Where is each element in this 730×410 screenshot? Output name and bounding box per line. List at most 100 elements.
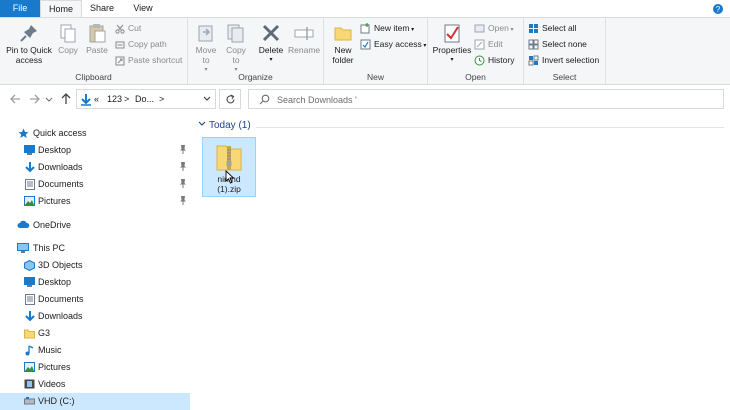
star-icon [18,128,29,138]
nav-pc-documents[interactable]: Documents [0,291,190,308]
tab-view[interactable]: View [124,0,162,17]
tab-share[interactable]: Share [83,0,121,17]
new-item-label: New item [374,23,410,33]
pin-icon [20,25,37,42]
organize-group: Move to ▾ Copy to ▾ Delete ▾ Rename Orga… [188,18,324,84]
pin-icon[interactable] [179,179,187,188]
clipboard-group: Pin to Quick access Copy Paste Cut Copy … [0,18,188,84]
forward-arrow-icon[interactable] [28,92,42,106]
delete-x-icon [262,24,280,42]
breadcrumb-separator-icon[interactable]: > [124,94,129,104]
downloads-arrow-icon [25,311,35,322]
breadcrumb-123[interactable]: 123 [107,94,122,104]
back-arrow-icon[interactable] [8,92,22,106]
nav-pc-desktop[interactable]: Desktop [0,274,190,291]
pin-icon[interactable] [179,196,187,205]
move-to-button[interactable]: Move to ▾ [192,22,220,75]
nav-music-label: Music [38,345,62,355]
pin-to-quick-access-button[interactable]: Pin to Quick access [3,22,55,65]
breadcrumb-separator-icon[interactable]: > [159,94,164,104]
delete-chevron-icon: ▾ [269,57,273,63]
nav-quick-downloads[interactable]: Downloads [0,159,190,176]
search-input[interactable] [277,93,577,106]
address-dropdown-chevron-icon[interactable] [203,96,211,102]
nav-onedrive[interactable]: OneDrive [0,217,190,234]
scissors-icon [115,24,125,34]
open-chevron-icon: ▾ [508,27,514,33]
delete-button[interactable]: Delete ▾ [256,22,286,65]
mouse-cursor-icon [225,170,235,184]
paste-button[interactable]: Paste [85,22,109,55]
pin-icon[interactable] [179,145,187,154]
tab-file[interactable]: File [0,0,40,17]
nav-videos-label: Videos [38,379,66,389]
rename-button[interactable]: Rename [288,22,320,55]
nav-vhd-c[interactable]: VHD (C:) [0,393,190,410]
new-group: New folder New item ▾ Easy access ▾ New [324,18,428,84]
properties-icon [444,24,460,43]
nav-pc-downloads[interactable]: Downloads [0,308,190,325]
open-icon [474,24,485,33]
cut-button[interactable]: Cut [115,21,141,35]
history-icon [474,55,485,66]
nav-pc-pictures[interactable]: Pictures [0,359,190,376]
breadcrumb-overflow[interactable]: « [94,94,99,104]
nav-g3[interactable]: G3 [0,325,190,342]
film-icon [24,379,35,389]
copy-to-button[interactable]: Copy to ▾ [222,22,250,75]
copy-path-button[interactable]: Copy path [115,37,167,51]
copy-label: Copy [58,45,78,55]
paste-shortcut-button[interactable]: Paste shortcut [115,53,182,67]
copy-to-label: Copy to [226,45,246,65]
nav-quick-desktop[interactable]: Desktop [0,142,190,159]
copy-button[interactable]: Copy [57,22,79,55]
open-group-label: Open [465,72,486,82]
recent-locations-chevron-icon[interactable] [45,92,53,106]
address-bar[interactable]: « 123 > Do... > [76,89,216,109]
file-item-zip[interactable]: nirl nd (1).zip [202,137,256,197]
nav-quick-documents[interactable]: Documents [0,176,190,193]
pin-icon[interactable] [179,162,187,171]
search-box[interactable] [248,89,724,109]
easy-access-button[interactable]: Easy access ▾ [360,37,426,51]
nav-quick-pictures[interactable]: Pictures [0,193,190,210]
properties-chevron-icon: ▾ [450,57,454,63]
new-folder-button[interactable]: New folder [328,22,358,65]
refresh-button[interactable] [219,89,241,109]
ribbon-tab-strip: File Home Share View ? [0,0,730,18]
edit-button[interactable]: Edit [474,37,503,51]
nav-quick-access-label: Quick access [33,128,87,138]
new-item-button[interactable]: New item ▾ [360,21,414,35]
nav-3d-objects[interactable]: 3D Objects [0,257,190,274]
paste-label: Paste [86,45,108,55]
invert-selection-icon [528,55,539,66]
navigation-bar: « 123 > Do... > [0,85,730,113]
nav-music[interactable]: Music [0,342,190,359]
copy-to-icon [227,24,244,43]
select-none-button[interactable]: Select none [528,37,587,51]
breadcrumb-downloads[interactable]: Do... [135,94,154,104]
nav-quick-access[interactable]: Quick access [0,125,190,142]
up-arrow-icon[interactable] [59,92,73,106]
nav-quick-downloads-label: Downloads [38,162,83,172]
history-button[interactable]: History [474,53,514,67]
move-to-label: Move to [195,45,217,65]
ribbon: Pin to Quick access Copy Paste Cut Copy … [0,17,730,85]
properties-button[interactable]: Properties ▾ [432,22,472,65]
new-item-icon [360,23,370,34]
rename-label: Rename [288,45,321,55]
nav-videos[interactable]: Videos [0,376,190,393]
new-folder-label: New folder [332,45,354,65]
help-icon[interactable]: ? [712,3,724,15]
clipboard-group-label: Clipboard [75,72,112,82]
nav-this-pc[interactable]: This PC [0,240,190,257]
paste-icon [89,24,106,43]
nav-pc-desktop-label: Desktop [38,277,72,287]
tab-home[interactable]: Home [40,0,82,18]
select-all-button[interactable]: Select all [528,21,577,35]
file-name-line-2: (1).zip [217,184,241,194]
nav-onedrive-label: OneDrive [33,220,72,230]
open-button[interactable]: Open ▾ [474,21,513,35]
invert-selection-button[interactable]: Invert selection [528,53,599,67]
collapse-chevron-icon[interactable] [198,121,206,127]
